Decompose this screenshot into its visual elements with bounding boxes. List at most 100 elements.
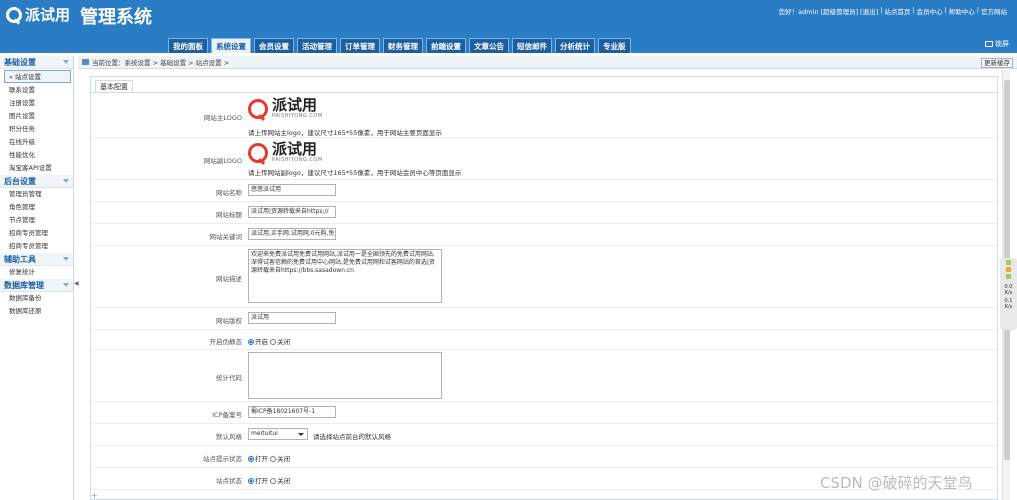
form-row-sub-logo: 网站副LOGO 派试用 PAISHIYONG.COM 请上传网站副logo，建议尺… xyxy=(92,138,997,180)
site-notice-radios: 打开 关闭 xyxy=(248,453,290,463)
logo-text: 派试用 xyxy=(25,6,71,24)
sidebar-section-basic[interactable]: 基础设置 xyxy=(0,56,73,69)
status-dot-icon xyxy=(1006,260,1011,265)
collapse-sidebar-icon[interactable]: ◀ xyxy=(74,280,79,292)
radio-label: 关闭 xyxy=(277,338,291,346)
sidebar-item-register[interactable]: 注册设置 xyxy=(0,97,73,110)
icp-input[interactable]: 蜀ICP备18021607号-1 xyxy=(248,406,336,418)
pseudo-static-off-radio[interactable] xyxy=(270,339,277,345)
sidebar-item-site-settings[interactable]: » 站点设置 xyxy=(4,70,71,83)
form-row-site-notice: 站点提示状态 打开 关闭 xyxy=(92,446,997,468)
site-name-input[interactable]: 悠悠派试用 xyxy=(248,184,336,196)
sidebar-item-merchants[interactable]: 招商专员管理 xyxy=(0,227,73,240)
sidebar-item-taobaoke[interactable]: 淘宝客API设置 xyxy=(0,162,73,175)
separator: | xyxy=(912,6,915,14)
breadcrumb-text: 当前位置：系统设置 > 基础设置 > 站点设置 > xyxy=(92,59,230,67)
form-row-description: 网站描述 欢迎来免费派试用免费试用网站,派试用一是全国领先的免费试用网站,深得试… xyxy=(92,246,997,308)
sidebar-item-nodes[interactable]: 节点管理 xyxy=(0,214,73,227)
brand-name: 派试用 xyxy=(272,96,318,114)
network-speed-widget: 0.0 K/s 0.1 K/s xyxy=(1000,258,1017,330)
form-row-pseudo-static: 开启伪静态 开启 关闭 xyxy=(92,330,997,350)
sidebar-item-upgrade[interactable]: 在线升级 xyxy=(0,136,73,149)
radio-label: 打开 xyxy=(255,455,268,463)
sidebar-item-contact[interactable]: 联系设置 xyxy=(0,84,73,97)
refresh-cache-button[interactable]: 更新缓存 xyxy=(981,58,1013,68)
sidebar-item-merchants-2[interactable]: 招商专员管理 xyxy=(0,240,73,253)
system-title: 管理系统 xyxy=(80,7,152,28)
sidebar-item-image[interactable]: 图片设置 xyxy=(0,110,73,123)
form-row-site-title: 网站标题 派试用|资源转载来自https:// xyxy=(92,202,997,224)
radio-label: 关闭 xyxy=(277,477,291,485)
chevron-down-icon xyxy=(63,60,69,64)
pseudo-static-on-radio[interactable] xyxy=(248,339,254,345)
lock-screen-button[interactable]: 锁屏 xyxy=(985,39,1009,49)
status-dot-icon xyxy=(1006,274,1011,279)
section-title: 后台设置 xyxy=(4,176,36,186)
form-row-style: 默认风格 meituitui 请选择站点前台的默认风格 xyxy=(92,424,997,446)
tab-my-panel[interactable]: 我的面板 xyxy=(168,38,208,53)
section-title: 辅助工具 xyxy=(4,254,36,264)
site-notice-open-radio[interactable] xyxy=(248,456,254,462)
keywords-input[interactable]: 派试用,买手网,试用网,0元购,免 xyxy=(248,228,336,240)
sidebar-item-db-restore[interactable]: 数据库还原 xyxy=(0,305,73,318)
form-row-copyright: 网站版权 派试用 xyxy=(92,308,997,330)
site-status-label: 站点状态 xyxy=(216,477,242,485)
member-center-link[interactable]: 会员中心 xyxy=(917,6,943,16)
copyright-input[interactable]: 派试用 xyxy=(248,312,336,324)
description-textarea[interactable]: 欢迎来免费派试用免费试用网站,派试用一是全国领先的免费试用网站,深得试客信赖的免… xyxy=(248,249,442,303)
official-site-link[interactable]: 官方网站 xyxy=(981,6,1007,16)
style-select[interactable]: meituitui xyxy=(248,428,308,440)
stats-code-textarea[interactable] xyxy=(248,352,442,399)
separator: | xyxy=(944,6,947,14)
form-row-stats-code: 统计代码 xyxy=(92,350,997,402)
copyright-label: 网站版权 xyxy=(216,317,242,325)
sidebar-section-admin[interactable]: 后台设置 xyxy=(0,175,73,188)
app-logo: 派试用 xyxy=(6,4,70,25)
sub-logo-image[interactable]: 派试用 PAISHIYONG.COM xyxy=(248,142,323,163)
breadcrumb: 当前位置：系统设置 > 基础设置 > 站点设置 > 更新缓存 xyxy=(78,56,1017,69)
main-logo-image[interactable]: 派试用 PAISHIYONG.COM xyxy=(248,98,323,119)
radio-label: 开启 xyxy=(255,338,268,346)
tab-finance-management[interactable]: 财务管理 xyxy=(383,38,423,53)
sidebar-section-tools[interactable]: 辅助工具 xyxy=(0,253,73,266)
sidebar-item-fix-stats[interactable]: 修复统计 xyxy=(0,266,73,279)
sidebar-item-performance[interactable]: 性能优化 xyxy=(0,149,73,162)
section-title: 数据库管理 xyxy=(4,280,44,290)
site-status-close-radio[interactable] xyxy=(270,478,277,484)
tab-member-settings[interactable]: 会员设置 xyxy=(254,38,294,53)
form-row-site-name: 网站名称 悠悠派试用 xyxy=(92,180,997,202)
sidebar: 基础设置 » 站点设置 联系设置 注册设置 图片设置 积分任务 在线升级 性能优… xyxy=(0,56,74,500)
tab-system-settings[interactable]: 系统设置 xyxy=(211,38,251,53)
sidebar-item-admins[interactable]: 管理员管理 xyxy=(0,188,73,201)
site-status-open-radio[interactable] xyxy=(248,478,254,484)
expand-icon[interactable]: + xyxy=(91,491,98,500)
sidebar-section-database[interactable]: 数据库管理 xyxy=(0,279,73,292)
tab-sms-email[interactable]: 短信邮件 xyxy=(512,38,552,53)
site-notice-close-radio[interactable] xyxy=(270,456,277,462)
tab-order-management[interactable]: 订单管理 xyxy=(340,38,380,53)
sidebar-item-points[interactable]: 积分任务 xyxy=(0,123,73,136)
tab-activity-management[interactable]: 活动管理 xyxy=(297,38,337,53)
site-status-radios: 打开 关闭 xyxy=(248,475,290,485)
site-home-link[interactable]: 站点首页 xyxy=(884,6,910,16)
tab-pro[interactable]: 专业版 xyxy=(598,38,631,53)
site-notice-label: 站点提示状态 xyxy=(203,455,242,463)
style-label: 默认风格 xyxy=(216,433,242,441)
tab-analytics[interactable]: 分析统计 xyxy=(555,38,595,53)
form-row-keywords: 网站关键词 派试用,买手网,试用网,0元购,免 xyxy=(92,224,997,246)
brand-logo-icon xyxy=(248,98,268,119)
tab-articles[interactable]: 文章公告 xyxy=(469,38,509,53)
logout-link[interactable]: [退出] xyxy=(860,6,878,16)
help-center-link[interactable]: 帮助中心 xyxy=(949,6,975,16)
sidebar-item-roles[interactable]: 角色管理 xyxy=(0,201,73,214)
brand-name: 派试用 xyxy=(272,140,318,158)
site-title-input[interactable]: 派试用|资源转载来自https:// xyxy=(248,206,336,218)
tab-basic-config[interactable]: 基本配置 xyxy=(95,80,133,92)
pseudo-static-label: 开启伪静态 xyxy=(209,338,243,346)
tab-frontend-settings[interactable]: 前端设置 xyxy=(426,38,466,53)
sidebar-item-db-backup[interactable]: 数据库备份 xyxy=(0,292,73,305)
sub-logo-hint: 请上传网站副logo，建议尺寸165*55像素，用于网站会员中心等页面显示 xyxy=(248,169,462,177)
main-logo-label: 网站主LOGO xyxy=(203,114,242,122)
chevron-down-icon xyxy=(63,283,69,287)
stats-code-label: 统计代码 xyxy=(216,374,242,382)
